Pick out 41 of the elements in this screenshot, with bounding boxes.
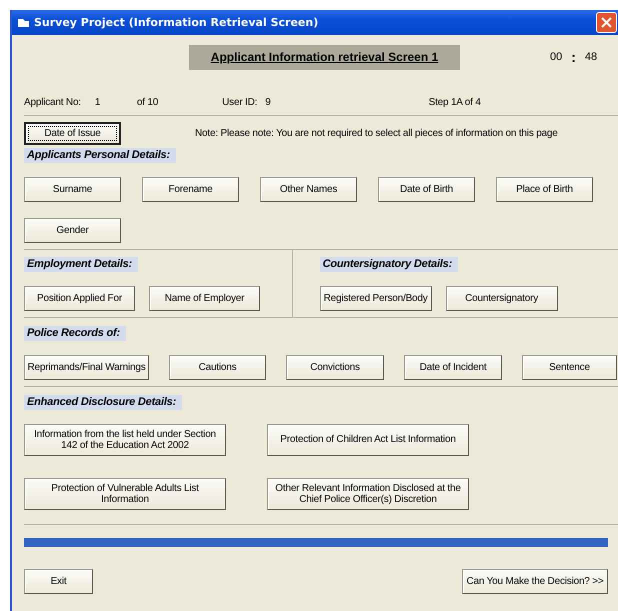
option-button[interactable]: Protection of Children Act List Information <box>267 424 469 456</box>
option-button[interactable]: Place of Birth <box>496 177 593 202</box>
option-button[interactable]: Information from the list held under Section 142 of the Education Act 2002 <box>24 424 226 456</box>
option-button[interactable]: Name of Employer <box>149 286 260 311</box>
option-button[interactable]: Other Names <box>260 177 357 202</box>
note-text: Note: Please note: You are not required to select all pieces of information on this page <box>195 128 558 139</box>
section-heading: Enhanced Disclosure Details: <box>24 395 182 410</box>
window-title: Survey Project (Information Retrieval Screen) <box>34 16 320 29</box>
option-button[interactable]: Protection of Vulnerable Adults List Information <box>24 478 226 510</box>
section-heading: Countersignatory Details: <box>320 257 458 272</box>
option-button[interactable]: Position Applied For <box>24 286 135 311</box>
close-button[interactable] <box>596 12 617 33</box>
option-button[interactable]: Date of Birth <box>378 177 475 202</box>
timer-separator: : <box>571 49 576 65</box>
decision-button[interactable]: Can You Make the Decision? >> <box>462 569 608 594</box>
user-id-label: User ID: <box>222 96 258 108</box>
applicant-number: 1 <box>94 96 102 108</box>
option-button[interactable]: Gender <box>24 218 121 243</box>
option-button[interactable]: Cautions <box>169 355 266 380</box>
applicant-label: Applicant No: <box>24 96 81 108</box>
option-button[interactable]: Reprimands/Final Warnings <box>24 355 149 380</box>
option-button[interactable]: Registered Person/Body <box>320 286 432 311</box>
option-button[interactable]: Forename <box>142 177 239 202</box>
exit-button[interactable]: Exit <box>24 569 93 594</box>
timer-seconds: 48 <box>584 51 598 63</box>
option-button[interactable]: Convictions <box>286 355 384 380</box>
screen-title: Applicant Information retrieval Screen 1 <box>210 50 438 64</box>
section-heading: Employment Details: <box>24 257 138 272</box>
date-of-issue-button[interactable]: Date of Issue <box>24 122 121 145</box>
section-heading: Applicants Personal Details: <box>24 148 176 163</box>
section-heading: Police Records of: <box>24 326 126 341</box>
timer-minutes: 00 <box>550 51 562 63</box>
option-button[interactable]: Other Relevant Information Disclosed at the Chief Police Officer(s) Discretion <box>267 478 469 510</box>
step-indicator: Step 1A of 4 <box>428 96 481 108</box>
user-id: 9 <box>265 96 271 108</box>
option-button[interactable]: Surname <box>24 177 121 202</box>
option-button[interactable]: Sentence <box>522 355 617 380</box>
option-button[interactable]: Date of Incident <box>404 355 502 380</box>
app-icon <box>18 18 29 27</box>
applicant-total: of 10 <box>136 96 158 108</box>
option-button[interactable]: Countersignatory <box>446 286 558 311</box>
